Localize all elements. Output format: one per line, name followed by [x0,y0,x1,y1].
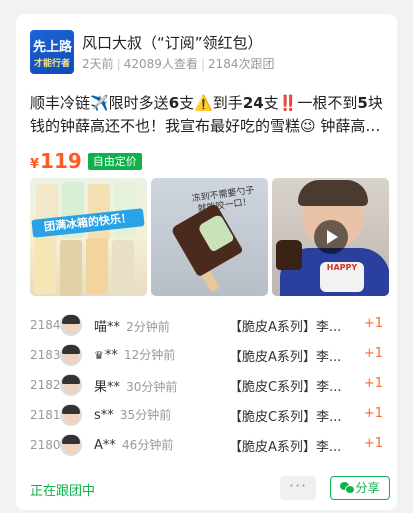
buyer-info: 喵** 2分钟前 [94,316,170,335]
post-header: 先上路 才能行者 风口大叔（“订阅”领红包） 2天前 | 42089人查看 | 2184… [30,30,387,76]
currency-symbol: ¥ [30,157,40,172]
desc-text: 支‼️一根不到 [263,94,358,112]
meta-divider: | [116,57,121,71]
order-row[interactable]: 2180 A** 46分钟前 【脆皮A系列】李... +1 [30,431,389,461]
group-buy-card[interactable]: 先上路 才能行者 风口大叔（“订阅”领红包） 2天前 | 42089人查看 | 2184… [16,14,397,510]
desc-text: 支⚠️到手 [179,94,243,112]
more-button[interactable]: ··· [280,476,316,500]
order-row[interactable]: 2184 喵** 2分钟前 【脆皮A系列】李... +1 [30,311,389,341]
price-row: ¥119 自由定价 [30,149,142,173]
buyer-avatar [60,314,82,336]
following-status[interactable]: 正在跟团中 [30,480,95,499]
follow-count: 2184次跟团 [207,57,275,71]
post-time: 2天前 [82,57,114,71]
order-time: 46分钟前 [122,438,174,452]
order-number: 2180 [30,438,61,452]
order-quantity: +1 [363,376,383,391]
buyer-name: ** [104,348,118,363]
gallery-image-1[interactable]: 团满冰箱的快乐！ [30,178,147,296]
product-package [34,238,56,294]
buyer-avatar [60,404,82,426]
buyer-info: 果** 30分钟前 [94,376,177,395]
meta-divider: | [200,57,205,71]
gallery-video-3[interactable]: HAPPY [272,178,389,296]
share-button[interactable]: 分享 [330,476,390,500]
order-number: 2183 [30,348,61,362]
buyer-avatar [60,344,82,366]
order-list: 2184 喵** 2分钟前 【脆皮A系列】李... +1 2183 ♛** 12… [30,311,389,461]
order-item: 【脆皮A系列】李... [229,320,342,335]
order-row[interactable]: 2182 果** 30分钟前 【脆皮C系列】李... +1 [30,371,389,401]
order-item: 【脆皮A系列】李... [229,350,342,365]
desc-bold: 24 [242,94,264,112]
wechat-icon [340,482,356,494]
post-meta: 2天前 | 42089人查看 | 2184次跟团 [82,55,274,72]
order-row[interactable]: 2183 ♛** 12分钟前 【脆皮A系列】李... +1 [30,341,389,371]
buyer-name: 果** [94,380,121,395]
order-time: 30分钟前 [126,380,178,394]
desc-bold: 5 [357,94,368,112]
share-label: 分享 [355,481,380,495]
order-time: 12分钟前 [124,348,176,362]
card-footer: 正在跟团中 ··· 分享 [30,474,391,502]
order-item: 【脆皮C系列】李... [229,410,342,425]
desc-bold: 6 [168,94,180,112]
author-avatar[interactable]: 先上路 才能行者 [30,30,74,74]
crown-icon: ♛ [94,349,104,362]
buyer-avatar [60,374,82,396]
buyer-name: 喵** [94,320,121,335]
order-time: 35分钟前 [119,408,172,422]
buyer-info: s** 35分钟前 [94,406,171,423]
product-package [112,240,134,296]
ice-cream-bar [276,240,302,270]
order-number: 2182 [30,378,61,392]
price-tag-badge: 自由定价 [87,153,142,170]
price: ¥119 [30,149,82,173]
order-number: 2181 [30,408,61,422]
avatar-text-line1: 先上路 [33,40,73,55]
order-quantity: +1 [363,346,383,361]
order-row[interactable]: 2181 s** 35分钟前 【脆皮C系列】李... +1 [30,401,389,431]
order-number: 2184 [30,318,61,332]
image-gallery: 团满冰箱的快乐！ 冻到不需要勺子就能咬一口！ HAPPY [30,178,389,296]
order-item: 【脆皮A系列】李... [229,440,342,455]
order-quantity: +1 [363,316,383,331]
order-quantity: +1 [363,436,383,451]
buyer-name: s** [94,408,114,423]
product-package [86,238,108,294]
avatar-text-line2: 才能行者 [34,59,71,69]
buyer-avatar [60,434,82,456]
buyer-name: A** [94,438,116,453]
order-quantity: +1 [363,406,383,421]
buyer-info: A** 46分钟前 [94,436,173,453]
photo-kid-hair [298,180,368,206]
product-package [60,240,82,296]
author-name[interactable]: 风口大叔（“订阅”领红包） [82,32,263,53]
view-count: 42089人查看 [123,57,198,71]
gallery-image-2[interactable]: 冻到不需要勺子就能咬一口！ [151,178,268,296]
order-item: 【脆皮C系列】李... [229,380,342,395]
play-icon[interactable] [314,220,348,254]
photo-shirt-text: HAPPY [320,262,364,292]
desc-text: 顺丰冷链✈️限时多送 [30,94,169,112]
buyer-info: ♛** 12分钟前 [94,346,175,363]
post-description[interactable]: 顺丰冷链✈️限时多送6支⚠️到手24支‼️一根不到5块钱的钟薛高还不也！我宣布最… [30,92,385,138]
order-time: 2分钟前 [126,320,170,334]
price-value: 119 [40,149,82,173]
